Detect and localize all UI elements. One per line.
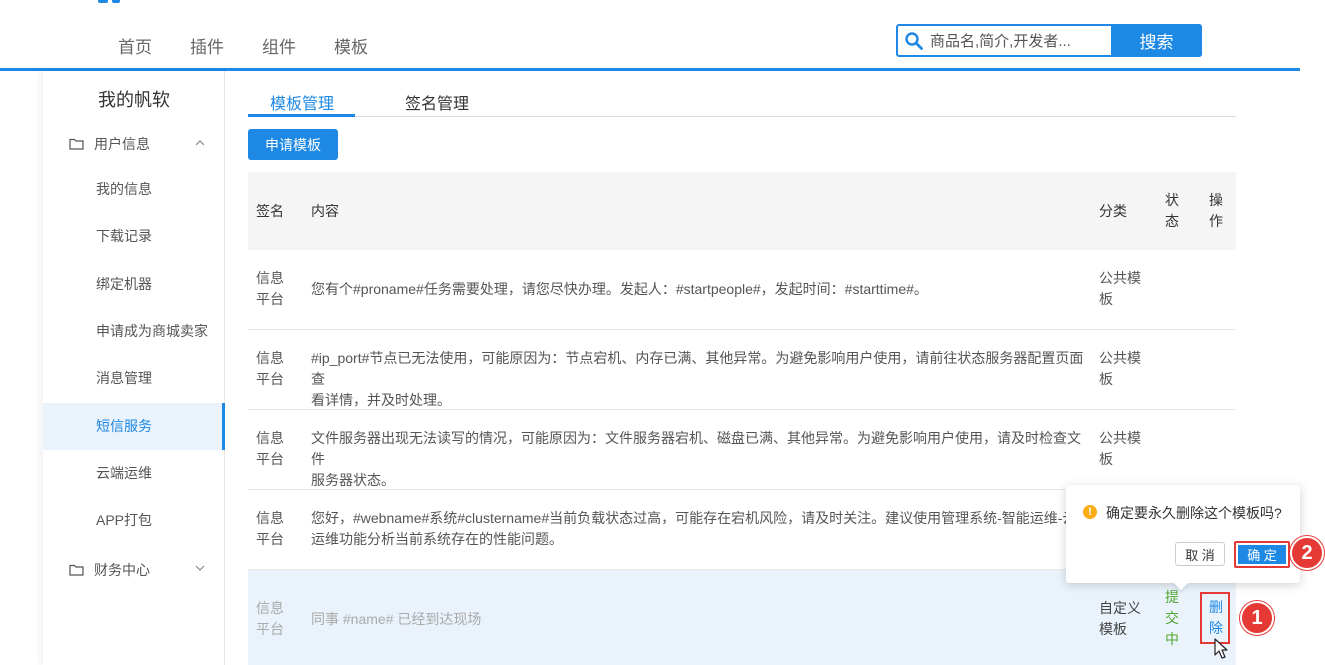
nav-templates[interactable]: 模板 xyxy=(334,33,368,58)
top-navigation: 首页 插件 组件 模板 搜索 xyxy=(0,0,1325,71)
row-category: 公共模板 xyxy=(1099,350,1141,387)
delete-confirm-popover: ! 确定要永久删除这个模板吗? 取 消 确 定 xyxy=(1066,485,1300,591)
sidebar-item-bind-machine[interactable]: 绑定机器 xyxy=(43,261,224,308)
chevron-down-icon[interactable] xyxy=(195,565,205,571)
row-category: 自定义 模板 xyxy=(1099,600,1141,637)
annotation-highlight-delete xyxy=(1200,592,1230,644)
row-content: 文件服务器出现无法读写的情况，可能原因为：文件服务器宕机、磁盘已满、其他异常。为… xyxy=(311,430,1081,488)
row-content: #ip_port#节点已无法使用，可能原因为：节点宕机、内存已满、其他异常。为避… xyxy=(311,350,1084,408)
row-category: 公共模板 xyxy=(1099,430,1141,467)
apply-template-button[interactable]: 申请模板 xyxy=(248,129,338,160)
search-button[interactable]: 搜索 xyxy=(1111,24,1202,57)
row-content: 同事 #name# 已经到达现场 xyxy=(311,611,482,627)
sidebar-item-become-seller[interactable]: 申请成为商城卖家 xyxy=(43,308,224,355)
table-row: 信息 平台 您有个#proname#任务需要处理，请您尽快办理。发起人：#star… xyxy=(248,250,1236,330)
table-row: 信息 平台 文件服务器出现无法读写的情况，可能原因为：文件服务器宕机、磁盘已满、其… xyxy=(248,410,1236,490)
warning-icon: ! xyxy=(1083,505,1097,519)
row-content: 您好，#webname#系统#clustername#当前负载状态过高，可能存在… xyxy=(311,510,1077,547)
mouse-cursor-icon xyxy=(1214,638,1228,659)
sidebar-group-label: 财务中心 xyxy=(94,562,150,578)
table-row: 信息 平台 #ip_port#节点已无法使用，可能原因为：节点宕机、内存已满、其他… xyxy=(248,330,1236,410)
sidebar-item-messages[interactable]: 消息管理 xyxy=(43,355,224,402)
row-category: 公共模板 xyxy=(1099,270,1141,307)
table-header: 签名 内容 分类 状 态 操 作 xyxy=(248,172,1236,250)
sidebar-title: 我的帆软 xyxy=(98,90,170,110)
header-signature: 签名 xyxy=(256,203,284,219)
confirm-button[interactable]: 确 定 xyxy=(1234,541,1290,568)
status-pending: 提交中 xyxy=(1165,589,1179,647)
tab-active-indicator xyxy=(248,114,355,117)
sidebar-group-label: 用户信息 xyxy=(94,136,150,152)
folder-icon xyxy=(69,138,84,150)
row-signature: 信息 平台 xyxy=(256,510,284,547)
annotation-badge-1: 1 xyxy=(1240,601,1274,635)
nav-components[interactable]: 组件 xyxy=(262,33,296,58)
tab-signature-management[interactable]: 签名管理 xyxy=(405,90,469,114)
header-status: 状 态 xyxy=(1165,192,1179,229)
row-signature: 信息 平台 xyxy=(256,600,284,637)
sidebar-item-cloud-ops[interactable]: 云端运维 xyxy=(43,450,224,497)
sidebar-item-downloads[interactable]: 下载记录 xyxy=(43,213,224,260)
tab-bar: 模板管理 签名管理 xyxy=(248,71,1236,117)
search-box: 搜索 xyxy=(896,24,1202,57)
chevron-up-icon[interactable] xyxy=(195,140,205,146)
annotation-badge-2: 2 xyxy=(1290,536,1324,570)
row-signature: 信息 平台 xyxy=(256,270,284,307)
confirm-message: 确定要永久删除这个模板吗? xyxy=(1106,505,1282,521)
table-row-selected: 信息 平台 同事 #name# 已经到达现场 自定义 模板 提交中 删除 xyxy=(248,570,1236,665)
nav-home[interactable]: 首页 xyxy=(118,33,152,58)
tab-template-management[interactable]: 模板管理 xyxy=(270,90,334,114)
sidebar-item-app-packaging[interactable]: APP打包 xyxy=(43,497,224,544)
cancel-button[interactable]: 取 消 xyxy=(1175,542,1225,566)
sidebar: 我的帆软 用户信息 我的信息 下载记录 绑定机器 申请成为商城卖家 消息管理 短… xyxy=(43,71,225,665)
row-signature: 信息 平台 xyxy=(256,430,284,467)
header-operation: 操 作 xyxy=(1209,192,1223,229)
sidebar-item-sms-service[interactable]: 短信服务 xyxy=(43,403,225,450)
nav-plugins[interactable]: 插件 xyxy=(190,33,224,58)
search-icon xyxy=(905,32,923,50)
folder-icon xyxy=(69,564,84,576)
sidebar-item-my-info[interactable]: 我的信息 xyxy=(43,166,224,213)
sidebar-group-user-info[interactable]: 用户信息 xyxy=(69,134,150,154)
logo-fragment xyxy=(98,0,120,3)
search-input[interactable] xyxy=(930,29,1110,53)
row-signature: 信息 平台 xyxy=(256,350,284,387)
sidebar-group-finance[interactable]: 财务中心 xyxy=(69,560,150,580)
row-content: 您有个#proname#任务需要处理，请您尽快办理。发起人：#startpeop… xyxy=(311,281,928,297)
header-content: 内容 xyxy=(311,203,339,219)
header-category: 分类 xyxy=(1099,203,1127,219)
